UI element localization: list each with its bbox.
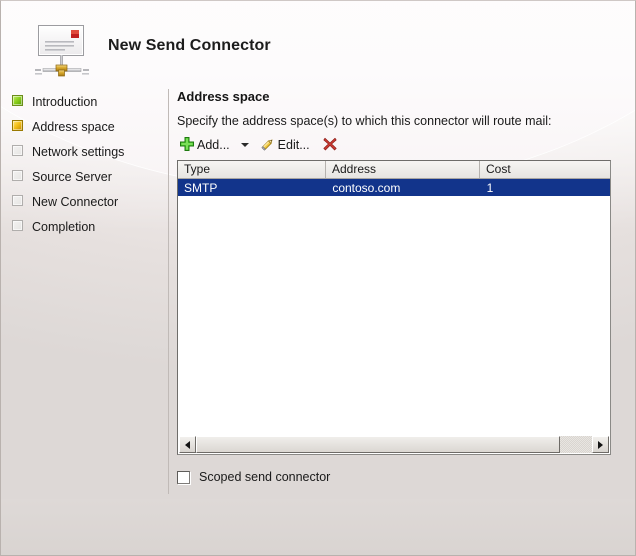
horizontal-scrollbar[interactable] — [179, 436, 609, 453]
wizard-header: New Send Connector — [1, 1, 635, 89]
delete-button[interactable] — [320, 135, 340, 155]
sidebar-item-label: Introduction — [32, 94, 98, 109]
sidebar-item-source-server[interactable]: Source Server — [1, 164, 169, 189]
add-dropdown-button[interactable] — [236, 135, 254, 155]
sidebar-item-address-space[interactable]: Address space — [1, 114, 169, 139]
sidebar-item-network-settings[interactable]: Network settings — [1, 139, 169, 164]
step-status-icon-current — [12, 120, 23, 131]
triangle-right-icon — [598, 440, 603, 449]
main-panel: Address space Specify the address space(… — [177, 89, 617, 485]
page-title: New Send Connector — [108, 37, 271, 54]
add-button-label: Add... — [197, 138, 230, 152]
step-status-icon-pending — [12, 195, 23, 206]
scoped-send-connector-checkbox[interactable] — [177, 470, 190, 484]
sidebar-divider — [168, 89, 169, 494]
column-header-type[interactable]: Type — [178, 161, 326, 178]
triangle-left-icon — [185, 440, 190, 449]
cell-cost: 1 — [486, 180, 494, 195]
chevron-down-icon — [240, 143, 249, 147]
sidebar-item-introduction[interactable]: Introduction — [1, 89, 169, 114]
edit-button-label: Edit... — [277, 138, 310, 152]
plus-icon — [179, 136, 195, 155]
scrollbar-track[interactable] — [196, 436, 592, 453]
sidebar-item-new-connector[interactable]: New Connector — [1, 189, 169, 214]
step-status-icon-pending — [12, 145, 23, 156]
sidebar-item-label: Address space — [32, 119, 115, 134]
pencil-icon — [260, 136, 276, 155]
step-status-icon-pending — [12, 170, 23, 181]
background-footer-shade — [1, 499, 635, 555]
scoped-send-connector-row[interactable]: Scoped send connector — [177, 469, 617, 485]
address-space-toolbar: Add... Edit... — [177, 134, 617, 156]
scroll-right-button[interactable] — [592, 436, 609, 453]
step-status-icon-pending — [12, 220, 23, 231]
scroll-left-button[interactable] — [179, 436, 196, 453]
cell-type: SMTP — [184, 180, 218, 195]
listview-body: SMTP contoso.com 1 — [178, 179, 610, 196]
panel-heading: Address space — [177, 89, 270, 104]
listview-header: Type Address Cost — [178, 161, 610, 179]
scoped-send-connector-label: Scoped send connector — [199, 470, 331, 484]
wizard-footer: Help < Back Next > Cancel — [1, 0, 636, 1]
sidebar-item-completion[interactable]: Completion — [1, 214, 169, 239]
cell-address: contoso.com — [332, 180, 401, 195]
sidebar-item-label: New Connector — [32, 194, 119, 209]
sidebar-item-label: Network settings — [32, 144, 125, 159]
panel-description: Specify the address space(s) to which th… — [177, 114, 552, 128]
table-row[interactable]: SMTP contoso.com 1 — [178, 179, 610, 196]
scrollbar-thumb[interactable] — [196, 436, 561, 453]
column-header-cost[interactable]: Cost — [480, 161, 610, 178]
red-x-icon — [322, 136, 338, 155]
wizard-step-sidebar: Introduction Address space Network setti… — [1, 89, 169, 494]
step-status-icon-done — [12, 95, 23, 106]
add-button[interactable]: Add... — [177, 135, 232, 155]
sidebar-item-label: Completion — [32, 219, 96, 234]
send-connector-icon — [33, 23, 93, 81]
sidebar-item-label: Source Server — [32, 169, 112, 184]
new-send-connector-wizard: New Send Connector Introduction Address … — [0, 0, 636, 556]
address-space-listview[interactable]: Type Address Cost SMTP contoso.com 1 — [177, 160, 611, 455]
column-header-address[interactable]: Address — [326, 161, 480, 178]
edit-button[interactable]: Edit... — [258, 135, 312, 155]
